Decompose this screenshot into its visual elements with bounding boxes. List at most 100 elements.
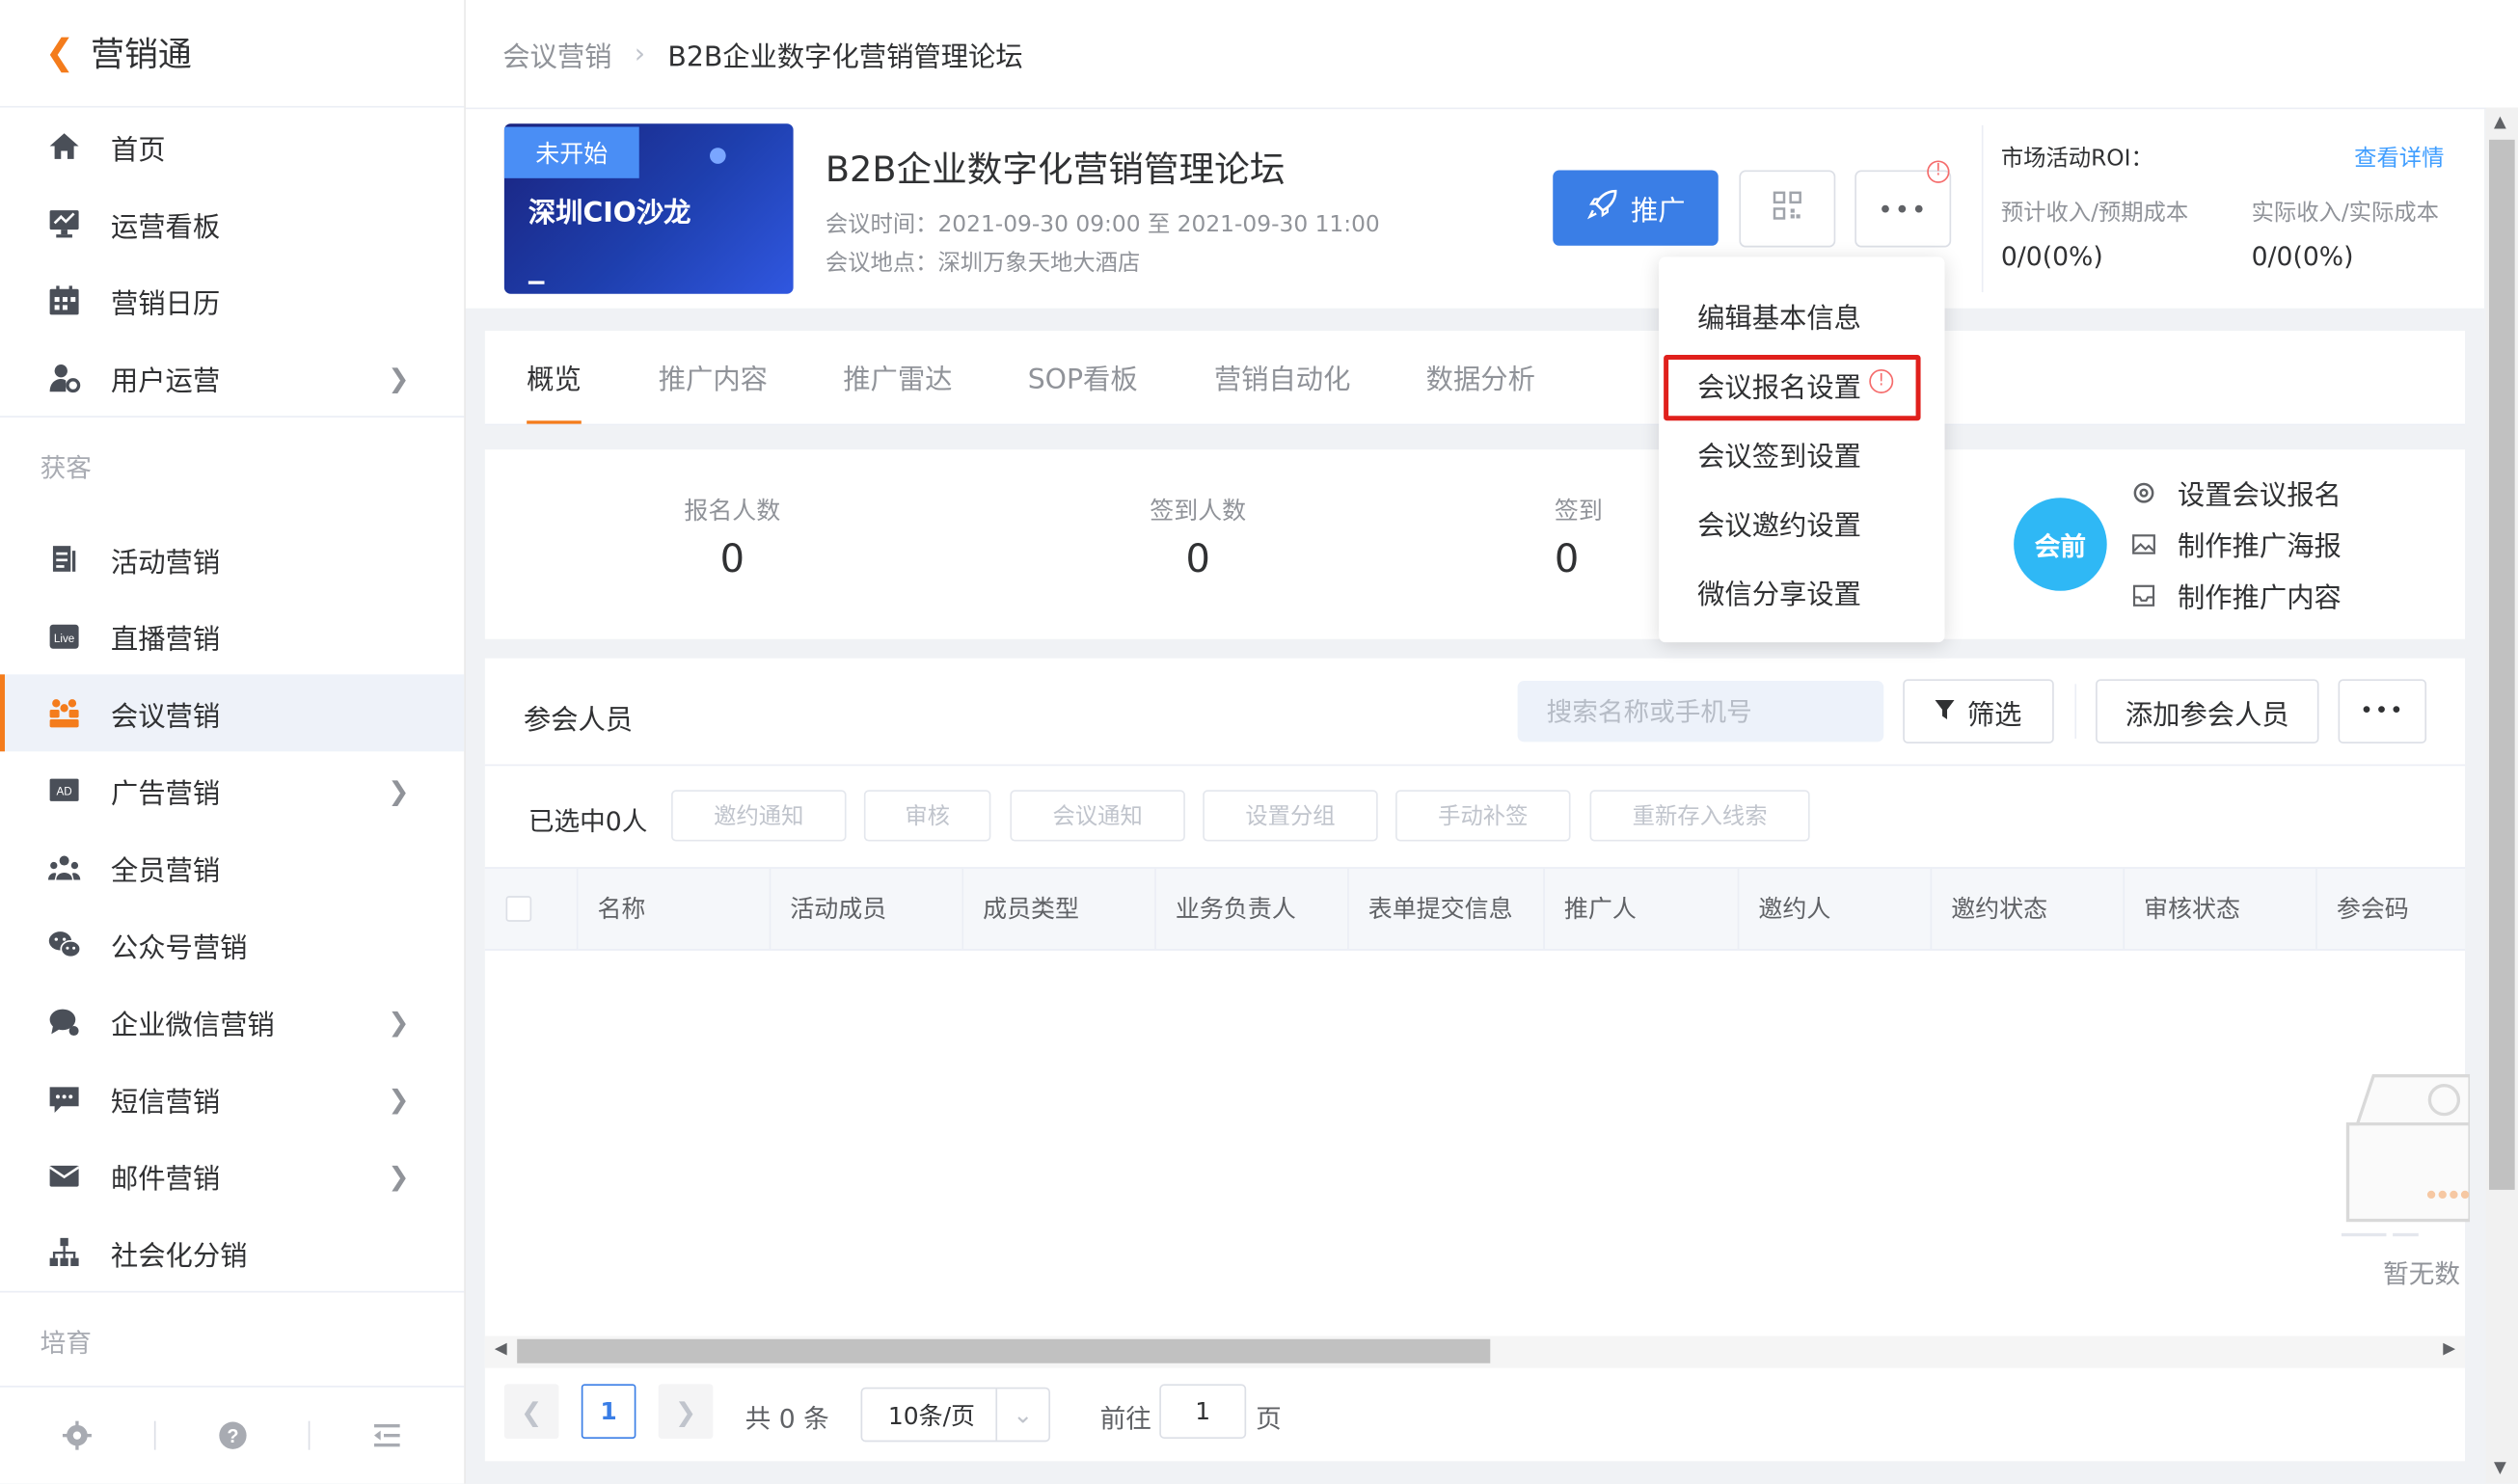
column-header[interactable]: 活动成员: [769, 868, 962, 950]
quick-action-label: 制作推广海报: [2177, 531, 2342, 564]
column-header[interactable]: 表单提交信息: [1347, 868, 1543, 950]
live-icon: Live: [45, 616, 84, 655]
tab-automation[interactable]: 营销自动化: [1214, 331, 1351, 424]
column-header[interactable]: 参会码: [2315, 868, 2465, 950]
chevron-right-icon: ❯: [388, 1083, 410, 1114]
tab-sop-board[interactable]: SOP看板: [1028, 331, 1138, 424]
promote-label: 推广: [1630, 196, 1686, 229]
quick-action-label: 设置会议报名: [2177, 479, 2342, 513]
page-number-current[interactable]: 1: [581, 1384, 636, 1440]
tab-promo-radar[interactable]: 推广雷达: [843, 331, 952, 424]
sidebar-item-wecom[interactable]: 企业微信营销 ❯: [0, 983, 464, 1060]
sidebar-item-calendar[interactable]: 营销日历: [0, 261, 464, 338]
resave-leads-button[interactable]: 重新存入线索: [1589, 790, 1810, 842]
horizontal-scrollbar[interactable]: ◀ ▶: [484, 1336, 2466, 1368]
event-time: 会议时间：2021-09-30 09:00 至 2021-09-30 11:00: [825, 211, 1380, 238]
column-header[interactable]: 名称: [576, 868, 770, 950]
calendar-icon: [45, 281, 84, 319]
sidebar-item-activity[interactable]: 活动营销: [0, 521, 464, 598]
help-icon[interactable]: ?: [155, 1419, 309, 1451]
vertical-scrollbar[interactable]: ▲ ▼: [2485, 107, 2518, 1484]
scrollbar-thumb[interactable]: [517, 1338, 1491, 1363]
sidebar-item-meeting[interactable]: 会议营销: [0, 674, 465, 752]
column-header[interactable]: 成员类型: [961, 868, 1154, 950]
page-size-select[interactable]: 10条/页 ⌄: [860, 1387, 1051, 1443]
sms-icon: [45, 1079, 84, 1118]
column-header[interactable]: 推广人: [1543, 868, 1737, 950]
roi-details-link[interactable]: 查看详情: [2354, 142, 2444, 174]
menu-item-registration-settings[interactable]: 会议报名设置: [1697, 364, 1861, 404]
brand-header[interactable]: ❮ 营销通: [0, 0, 465, 108]
menu-item-invite-settings[interactable]: 会议邀约设置: [1697, 502, 1861, 543]
cover-title: 深圳CIO沙龙: [528, 197, 691, 230]
sidebar-item-label: 公众号营销: [110, 931, 248, 964]
sidebar-item-all-staff[interactable]: 全员营销: [0, 828, 464, 905]
invite-notify-button[interactable]: 邀约通知: [671, 790, 847, 842]
menu-item-edit-basic-info[interactable]: 编辑基本信息: [1697, 295, 1861, 336]
sidebar-item-ads[interactable]: AD 广告营销 ❯: [0, 751, 464, 828]
quick-action-content[interactable]: 制作推广内容: [2129, 575, 2342, 615]
quick-action-registration[interactable]: 设置会议报名: [2129, 472, 2342, 513]
quick-action-poster[interactable]: 制作推广海报: [2129, 524, 2342, 564]
breadcrumb-parent[interactable]: 会议营销: [502, 34, 611, 73]
scroll-left-icon[interactable]: ◀: [495, 1340, 507, 1358]
goto-page-input[interactable]: [1159, 1384, 1247, 1440]
group-title-acquire: 获客: [0, 416, 465, 520]
divider: [2074, 684, 2077, 739]
back-arrow-icon[interactable]: ❮: [45, 33, 75, 73]
tab-promo-content[interactable]: 推广内容: [659, 331, 768, 424]
chevron-right-icon: ❯: [388, 362, 410, 393]
breadcrumb: 会议营销 › B2B企业数字化营销管理论坛: [465, 0, 2518, 110]
chevron-right-icon: ❯: [388, 774, 410, 806]
sidebar-item-official-account[interactable]: 公众号营销: [0, 905, 464, 983]
menu-item-wechat-share-settings[interactable]: 微信分享设置: [1697, 572, 1861, 611]
gear-icon[interactable]: [0, 1419, 153, 1451]
next-page-button[interactable]: ❯: [658, 1384, 714, 1440]
review-button[interactable]: 审核: [863, 790, 991, 842]
stat-registrations: 报名人数 0: [587, 449, 877, 581]
sidebar-item-label: 会议营销: [110, 700, 221, 734]
sidebar-item-distribution[interactable]: 社会化分销: [0, 1214, 464, 1291]
add-attendee-button[interactable]: 添加参会人员: [2096, 679, 2319, 743]
stage-badge: 会前: [2014, 498, 2107, 591]
sidebar-item-user-ops[interactable]: 用户运营 ❯: [0, 338, 464, 416]
meeting-notify-button[interactable]: 会议通知: [1010, 790, 1185, 842]
tab-overview[interactable]: 概览: [527, 331, 582, 424]
select-all-checkbox[interactable]: [505, 896, 532, 922]
more-options-button[interactable]: •••: [2338, 679, 2427, 743]
scroll-right-icon[interactable]: ▶: [2443, 1340, 2455, 1358]
set-group-button[interactable]: 设置分组: [1203, 790, 1378, 842]
manual-checkin-button[interactable]: 手动补签: [1395, 790, 1571, 842]
sidebar-item-live[interactable]: Live 直播营销: [0, 597, 464, 674]
sidebar-item-label: 全员营销: [110, 854, 221, 888]
search-input[interactable]: [1517, 681, 1884, 742]
sidebar-item-email[interactable]: 邮件营销 ❯: [0, 1137, 464, 1214]
page-size-value: 10条/页: [887, 1400, 976, 1430]
qrcode-button[interactable]: [1739, 170, 1836, 248]
column-header[interactable]: 邀约状态: [1930, 868, 2124, 950]
meeting-icon: [45, 693, 84, 732]
scrollbar-thumb[interactable]: [2489, 139, 2515, 1190]
sidebar-item-label: 邮件营销: [110, 1163, 221, 1196]
sidebar-item-label: 直播营销: [110, 623, 221, 657]
prev-page-button[interactable]: ❮: [503, 1384, 559, 1440]
promote-button[interactable]: 推广: [1553, 170, 1719, 246]
tab-analytics[interactable]: 数据分析: [1426, 331, 1535, 424]
collapse-menu-icon[interactable]: [311, 1419, 464, 1451]
column-header[interactable]: 审核状态: [2123, 868, 2315, 950]
roi-title: 市场活动ROI：: [2000, 146, 2153, 173]
svg-text:AD: AD: [57, 785, 72, 797]
scroll-down-icon[interactable]: ▼: [2494, 1460, 2506, 1477]
sidebar-item-home[interactable]: 首页: [0, 108, 464, 185]
roi-expected-label: 预计收入/预期成本: [2000, 201, 2189, 227]
scroll-up-icon[interactable]: ▲: [2494, 114, 2506, 131]
bulk-actions-row: 已选中0人 邀约通知 审核 会议通知 设置分组 手动补签 重新存入线索: [485, 765, 2465, 868]
sidebar-item-dashboard[interactable]: 运营看板: [0, 184, 464, 261]
sidebar-item-label: 企业微信营销: [110, 1009, 275, 1041]
column-header[interactable]: 业务负责人: [1154, 868, 1347, 950]
menu-item-checkin-settings[interactable]: 会议签到设置: [1697, 434, 1861, 473]
filter-button[interactable]: 筛选: [1903, 679, 2054, 743]
wechat-icon: [45, 925, 84, 963]
sidebar-item-sms[interactable]: 短信营销 ❯: [0, 1060, 464, 1137]
column-header[interactable]: 邀约人: [1737, 868, 1931, 950]
